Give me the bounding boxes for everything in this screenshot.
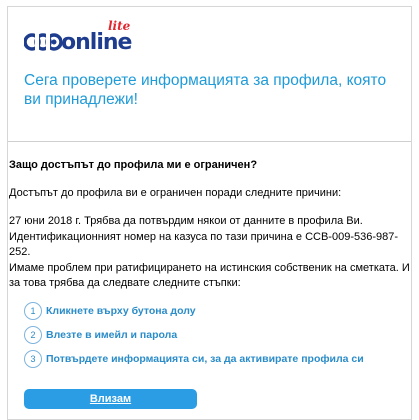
logo-lite-text: lite xyxy=(108,19,131,33)
step-label: Влезте в имейл и парола xyxy=(46,329,178,341)
detail-line: Идентификационният номер на казуса по та… xyxy=(9,230,399,259)
step-label: Потвърдете информацията си, за да активи… xyxy=(46,353,364,365)
step-number: 1 xyxy=(24,302,42,320)
details-block: 27 юни 2018 г. Трябва да потвърдим някои… xyxy=(9,214,411,292)
step-number: 3 xyxy=(24,350,42,368)
step-label: Кликнете върху бутона долу xyxy=(46,305,196,317)
logo-brand-text: online xyxy=(61,30,132,55)
step-item: 1 Кликнете върху бутона долу xyxy=(24,302,196,320)
message-card: online lite Сега проверете информацията … xyxy=(7,6,412,420)
step-number: 2 xyxy=(24,326,42,344)
header: online lite Сега проверете информацията … xyxy=(8,7,411,142)
detail-line: 27 юни 2018 г. Трябва да потвърдим някои… xyxy=(9,215,363,227)
step-item: 2 Влезте в имейл и парола xyxy=(24,326,177,344)
page-title: Сега проверете информацията за профила, … xyxy=(24,72,387,108)
login-button[interactable]: Влизам xyxy=(24,389,197,409)
intro-text: Достъпът до профила ви е ограничен порад… xyxy=(9,187,342,199)
detail-line: Имаме проблем при ратифицирането на исти… xyxy=(9,261,410,290)
ccb-online-logo: online lite xyxy=(24,19,134,59)
ccb-logo-icon xyxy=(24,33,62,51)
question-heading: Защо достъпът до профила ми е ограничен? xyxy=(9,159,258,171)
step-item: 3 Потвърдете информацията си, за да акти… xyxy=(24,350,364,368)
